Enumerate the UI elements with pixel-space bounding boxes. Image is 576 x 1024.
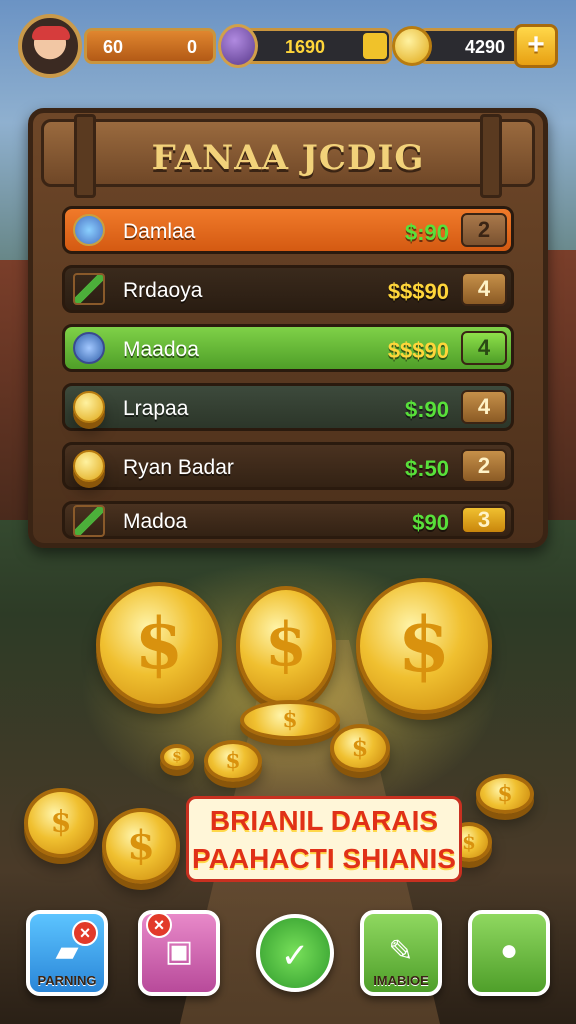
close-badge-icon: × [146, 912, 172, 938]
gem-icon [218, 24, 258, 68]
item-price: $90 [412, 510, 449, 535]
chat-button[interactable]: ● [468, 910, 550, 996]
item-count: 3 [461, 506, 507, 534]
list-item[interactable]: Lrapaa $:90 4 [62, 383, 514, 431]
item-price: $:50 [404, 456, 449, 481]
hat-icon [32, 26, 70, 40]
list-item[interactable]: Maadoa $$$90 4 [62, 324, 514, 372]
gem-icon [73, 332, 105, 364]
parning-label: PARNING [37, 973, 97, 988]
coin-small-1: $ [160, 744, 194, 770]
parning-button[interactable]: ▰ × PARNING [26, 910, 108, 996]
item-count: 4 [461, 390, 507, 424]
top-hud: 60 0 1690 4290 + [18, 14, 558, 78]
item-name: Damlaa [123, 220, 196, 243]
banner-line-2: PAAHACTI SHIANIS [192, 843, 456, 874]
stick-icon [73, 273, 105, 305]
list-item[interactable]: Ryan Badar $:50 2 [62, 442, 514, 490]
item-name: Maadoa [123, 338, 199, 361]
coin-bottom-left: $ [102, 808, 180, 884]
item-price: $$$90 [387, 279, 449, 304]
item-name: Rrdaoya [123, 279, 203, 302]
player-avatar[interactable] [18, 14, 82, 78]
item-name: Ryan Badar [123, 456, 234, 479]
close-badge-icon: × [72, 920, 98, 946]
level-value: 60 [103, 37, 124, 57]
item-count: 2 [461, 213, 507, 247]
coin-stack-left: $ [24, 788, 98, 858]
item-name: Madoa [123, 510, 188, 533]
list-item[interactable]: Madoa $90 3 [62, 501, 514, 539]
stick-icon [73, 505, 105, 537]
shield-icon [73, 214, 105, 246]
bag-icon: ▣ [164, 935, 194, 968]
promo-banner[interactable]: BRIANIL DARAIS PAAHACTI SHIANIS [186, 796, 462, 882]
coin-icon [73, 450, 105, 482]
board-title: FANAA JCDIG [151, 138, 425, 178]
coin-small-3: $ [330, 724, 390, 772]
coin-center: $ [236, 586, 336, 706]
gem-count: 1690 [285, 37, 326, 57]
coin-right-1: $ [476, 774, 534, 814]
xp-value: 0 [186, 37, 197, 57]
item-count: 4 [461, 331, 507, 365]
gem-bar-tip [363, 33, 387, 59]
add-coins-button[interactable]: + [514, 24, 558, 68]
coin-stack-center: $ [240, 700, 340, 740]
list-item[interactable]: Damlaa $:90 2 [62, 206, 514, 254]
item-price: $:90 [404, 397, 449, 422]
board-header: FANAA JCDIG [41, 114, 535, 198]
bag-button[interactable]: ▣ × [138, 910, 220, 996]
gem-bar: 1690 [240, 28, 392, 64]
level-bar: 60 0 [84, 28, 216, 64]
item-name: Lrapaa [123, 397, 189, 420]
coin-icon [73, 391, 105, 423]
item-count: 2 [461, 449, 507, 483]
item-price: $:90 [404, 220, 449, 245]
imabioe-button[interactable]: ✎ IMABIOE [360, 910, 442, 996]
item-price: $$$90 [387, 338, 449, 363]
shop-list: Damlaa $:90 2 Rrdaoya $$$90 4 Maadoa $$$… [62, 206, 514, 550]
imabioe-label: IMABIOE [373, 973, 429, 988]
coin-icon [392, 26, 432, 66]
item-count: 4 [461, 272, 507, 306]
coin-small-2: $ [204, 740, 262, 782]
coin-count: 4290 [465, 37, 506, 57]
banner-line-1: BRIANIL DARAIS [209, 805, 439, 836]
check-icon: ✓ [280, 937, 310, 975]
tools-icon: ✎ [388, 935, 414, 968]
confirm-button[interactable]: ✓ [256, 914, 334, 992]
chat-icon: ● [499, 934, 519, 967]
coin-large-right: $ [356, 578, 492, 714]
list-item[interactable]: Rrdaoya $$$90 4 [62, 265, 514, 313]
coin-large-left: $ [96, 582, 222, 708]
